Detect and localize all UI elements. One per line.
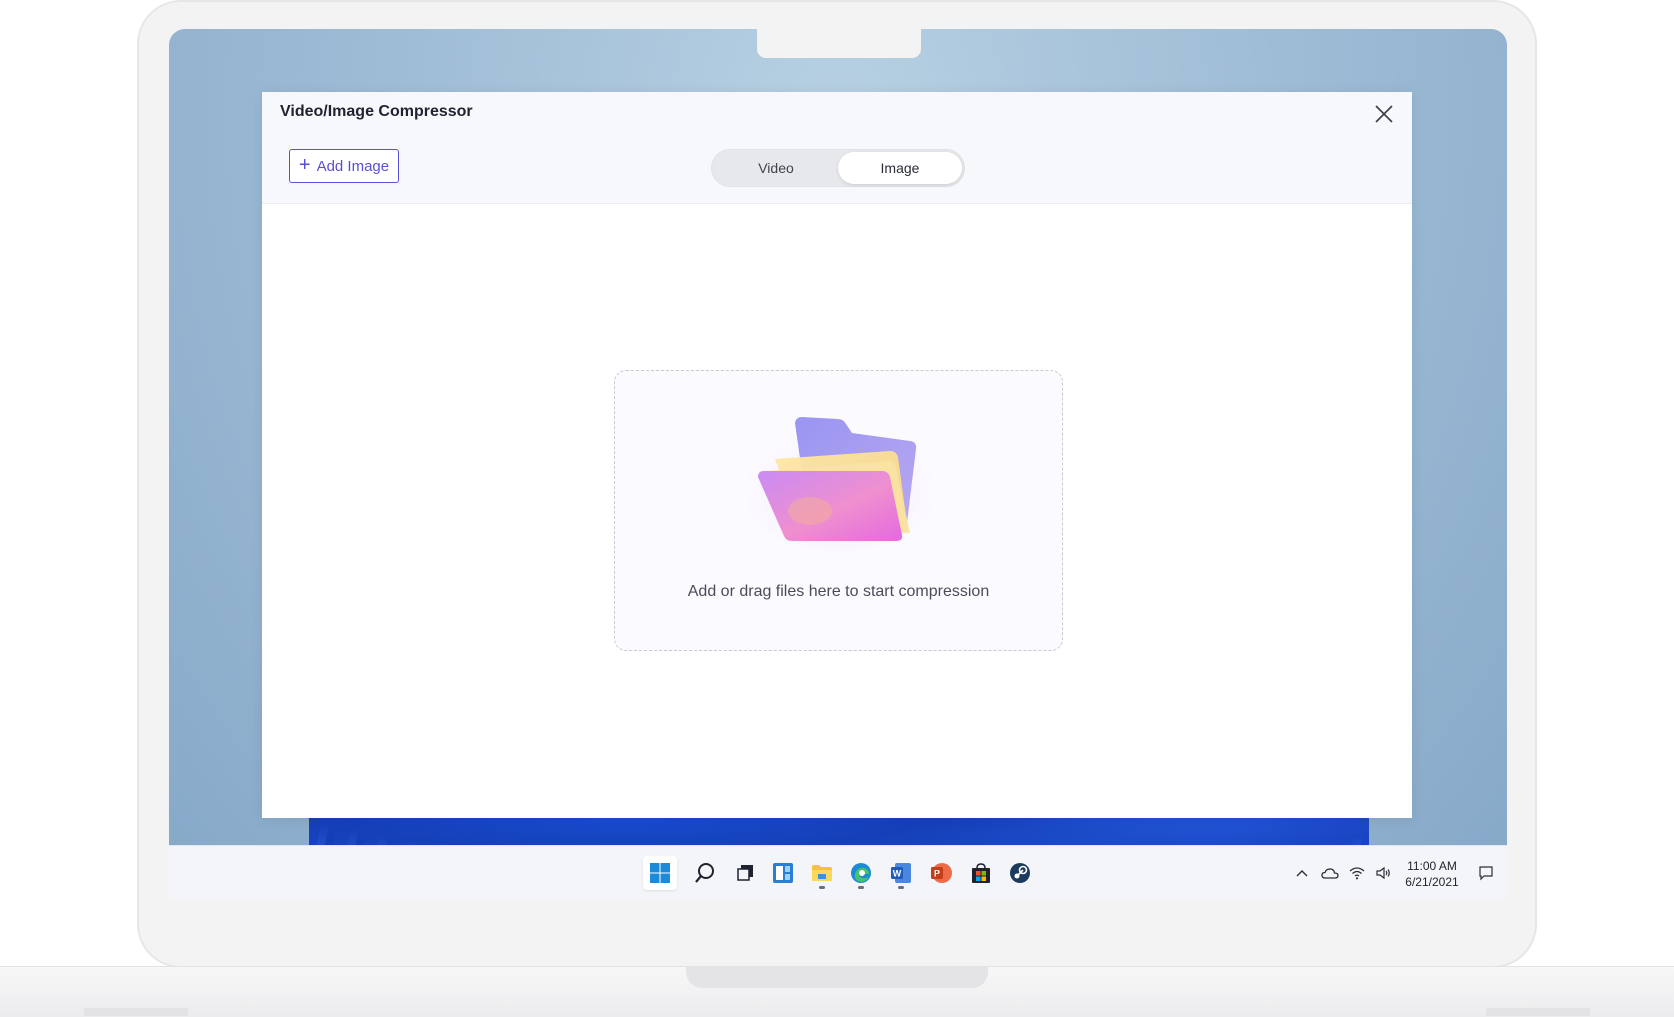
tray-show-hidden[interactable] [1293,862,1311,884]
powerpoint-icon: P [931,863,952,883]
tray-notifications[interactable] [1474,862,1498,884]
folder-icon [745,417,935,551]
close-icon [1375,105,1393,123]
taskbar-powerpoint[interactable]: P [924,856,958,890]
window-title: Video/Image Compressor [280,103,473,120]
close-button[interactable] [1372,102,1396,126]
taskbar-file-explorer[interactable] [805,856,839,890]
widgets-icon [773,863,793,883]
search-icon [695,863,714,883]
windows-start-icon [650,863,670,883]
tray-onedrive[interactable] [1319,862,1341,884]
task-view-icon [737,865,753,881]
running-indicator [858,886,864,889]
store-icon [972,863,990,883]
tray-volume[interactable] [1372,862,1394,884]
desktop-screen: Video/Image Compressor + Add Image Video… [169,29,1507,899]
steam-icon [1010,863,1030,883]
add-image-label: Add Image [316,157,390,175]
svg-text:P: P [934,869,940,879]
add-image-button[interactable]: + Add Image [289,149,399,183]
file-drop-zone[interactable]: Add or drag files here to start compress… [614,370,1063,651]
svg-text:W: W [893,869,902,879]
cloud-icon [1321,868,1339,879]
running-indicator [819,886,825,889]
volume-icon [1376,866,1390,880]
tab-video[interactable]: Video [714,152,838,184]
taskbar-clock[interactable]: 11:00 AM 6/21/2021 [1397,858,1467,890]
running-indicator [898,886,904,889]
taskbar-steam[interactable] [1003,856,1037,890]
wifi-icon [1349,867,1365,880]
window-header: Video/Image Compressor + Add Image Video… [262,92,1412,204]
clock-date: 6/21/2021 [1405,875,1459,889]
clock-time: 11:00 AM [1407,859,1457,873]
drop-zone-hint: Add or drag files here to start compress… [687,583,990,600]
laptop-hinge-notch [686,966,988,988]
mode-switch: Video Image [711,149,965,187]
taskbar-task-view[interactable] [728,856,762,890]
tab-image[interactable]: Image [838,152,962,184]
chevron-up-icon [1296,870,1308,877]
word-icon: W [891,863,911,883]
start-button[interactable] [643,856,677,890]
file-explorer-icon [812,865,832,881]
taskbar-widgets[interactable] [766,856,800,890]
laptop-foot-right [1486,1008,1590,1016]
taskbar-search[interactable] [688,856,722,890]
compressor-window: Video/Image Compressor + Add Image Video… [262,92,1412,818]
taskbar-edge[interactable] [844,856,878,890]
edge-icon [851,863,871,883]
tray-wifi[interactable] [1346,862,1368,884]
laptop-foot-left [84,1008,188,1016]
plus-icon: + [298,153,311,176]
taskbar: W P 11:00 AM 6/21/2021 [169,845,1507,899]
taskbar-store[interactable] [964,856,998,890]
taskbar-word[interactable]: W [884,856,918,890]
notification-icon [1479,866,1493,881]
camera-notch [757,29,921,58]
